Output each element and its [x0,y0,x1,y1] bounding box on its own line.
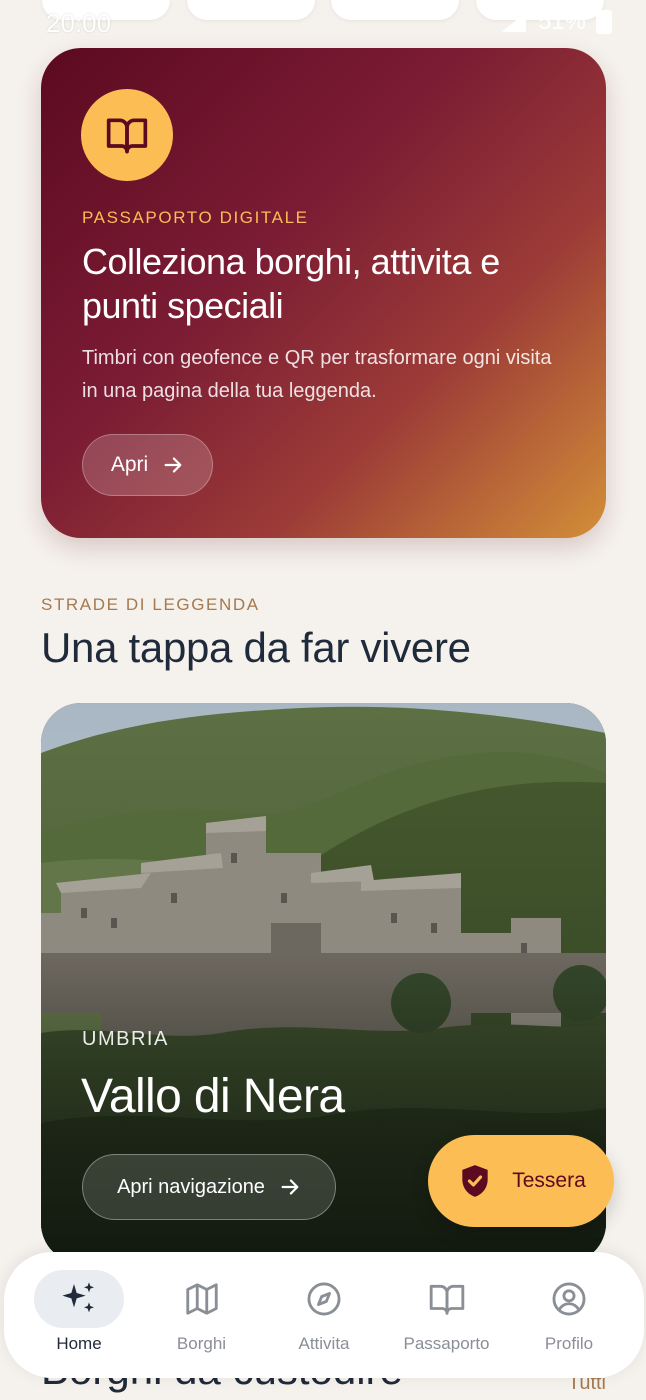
nav-icon-container [524,1270,614,1328]
passport-badge [81,89,173,181]
status-bar: 20:00 51% [0,0,646,40]
book-icon [106,118,148,154]
bottom-navigation: Home Borghi Attivita Passaporto Profilo [4,1252,644,1378]
nav-item-home[interactable]: Home [22,1270,136,1354]
nav-icon-container [279,1270,369,1328]
user-circle-icon [552,1282,586,1316]
passport-description: Timbri con geofence e QR per trasformare… [82,347,552,402]
nav-label-borghi: Borghi [176,1334,227,1353]
destination-region: UMBRIA [82,1028,169,1050]
nav-label-attivita: Attivita [298,1334,350,1353]
signal-icon [501,12,526,32]
passport-eyebrow: PASSAPORTO DIGITALE [82,208,309,227]
open-button-label: Apri [110,453,149,476]
top-chip[interactable] [187,0,315,20]
tessera-label: Tessera [512,1169,586,1192]
nav-label-home: Home [56,1334,102,1353]
top-chip[interactable] [331,0,459,20]
section-eyebrow: STRADE DI LEGGENDA [41,595,260,614]
book-icon [429,1284,464,1315]
passport-card[interactable]: PASSAPORTO DIGITALE Colleziona borghi, a… [41,48,606,538]
passport-title: Colleziona borghi, attivita e punti spec… [82,241,500,326]
map-icon [185,1283,218,1315]
open-passport-button[interactable]: Apri [82,434,213,496]
nav-item-attivita[interactable]: Attivita [267,1270,381,1354]
battery-icon [596,10,612,34]
tessera-button[interactable]: Tessera [428,1135,614,1227]
status-time: 20:00 [46,8,112,38]
status-icons: 51% [500,8,612,36]
open-navigation-button[interactable]: Apri navigazione [82,1154,336,1220]
nav-label-passaporto: Passaporto [403,1334,490,1353]
arrow-right-icon [281,1179,299,1195]
section-title: Una tappa da far vivere [41,624,471,671]
open-navigation-label: Apri navigazione [117,1175,265,1198]
battery-percent: 51% [537,8,586,35]
compass-icon [307,1282,341,1316]
nav-item-profilo[interactable]: Profilo [512,1270,626,1354]
nav-item-passaporto[interactable]: Passaporto [390,1270,504,1354]
shield-check-icon [462,1165,488,1197]
nav-icon-container [157,1270,247,1328]
nav-item-borghi[interactable]: Borghi [145,1270,259,1354]
nav-icon-container [34,1270,124,1328]
destination-name: Vallo di Nera [81,1070,345,1123]
nav-icon-container [402,1270,492,1328]
arrow-right-icon [164,457,182,473]
nav-label-profilo: Profilo [544,1334,594,1353]
sparkles-icon [62,1282,94,1313]
